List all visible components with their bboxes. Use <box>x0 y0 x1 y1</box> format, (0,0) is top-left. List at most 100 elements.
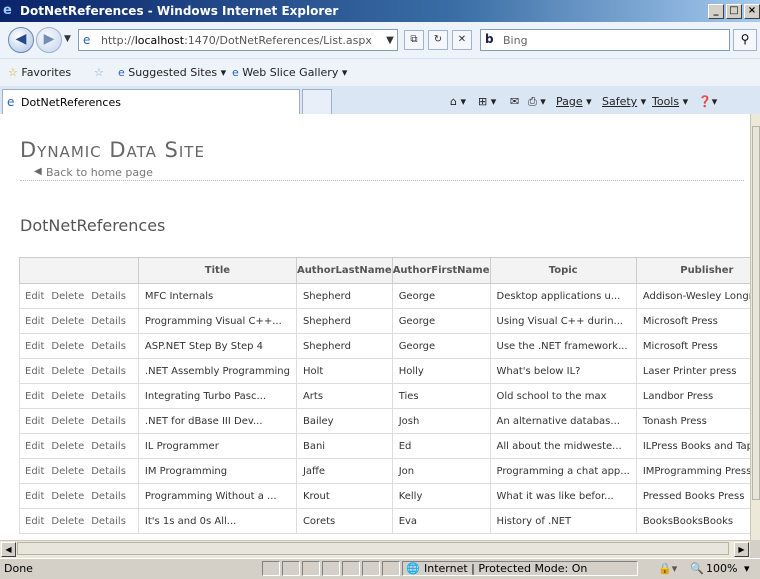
add-to-favorites-bar-icon[interactable]: ☆ <box>94 66 104 79</box>
details-link[interactable]: Details <box>91 441 126 452</box>
vertical-scroll-thumb[interactable] <box>752 126 760 500</box>
details-link[interactable]: Details <box>91 316 126 327</box>
window-title-bar[interactable]: e DotNetReferences - Windows Internet Ex… <box>0 0 760 22</box>
vertical-scrollbar[interactable] <box>750 114 760 540</box>
search-input[interactable]: Bing <box>503 34 528 47</box>
stop-button[interactable]: ✕ <box>452 30 472 50</box>
address-url[interactable]: http://localhost:1470/DotNetReferences/L… <box>101 34 372 47</box>
mail-icon[interactable]: ✉ <box>510 95 519 108</box>
security-zone-text[interactable]: Internet | Protected Mode: On <box>424 562 587 575</box>
actions-header <box>19 257 139 284</box>
column-header-authorfirstname[interactable]: AuthorFirstName <box>391 257 491 284</box>
favorites-button[interactable]: ☆ Favorites <box>8 66 71 79</box>
address-dropdown-icon[interactable]: ▼ <box>384 32 396 46</box>
cell-authorfirstname: Holly <box>391 358 491 384</box>
status-panel <box>342 561 360 576</box>
status-panel <box>322 561 340 576</box>
close-button[interactable]: × <box>744 4 760 19</box>
tab-dotnetreferences[interactable]: e DotNetReferences <box>2 89 300 114</box>
cell-publisher: Microsoft Press <box>635 333 750 359</box>
scroll-right-icon[interactable]: ▶ <box>734 542 749 557</box>
cell-title: Programming Visual C++... <box>137 308 297 334</box>
new-tab-button[interactable] <box>302 89 332 115</box>
edit-link[interactable]: Edit <box>25 466 44 477</box>
zoom-dropdown-icon[interactable]: ▾ <box>744 562 750 575</box>
delete-link[interactable]: Delete <box>51 316 84 327</box>
delete-link[interactable]: Delete <box>51 366 84 377</box>
cell-title: Programming Without a ... <box>137 483 297 509</box>
home-icon[interactable]: ⌂ ▾ <box>450 95 466 108</box>
details-link[interactable]: Details <box>91 516 126 527</box>
cell-topic: Use the .NET framework... <box>489 333 637 359</box>
web-slice-gallery-link[interactable]: e Web Slice Gallery ▾ <box>232 66 347 79</box>
refresh-button[interactable]: ↻ <box>428 30 448 50</box>
details-link[interactable]: Details <box>91 491 126 502</box>
tab-bar: e DotNetReferences ⌂ ▾ ⊞ ▾ ✉ ⎙ ▾ Page ▾ … <box>0 86 760 115</box>
status-panel <box>362 561 380 576</box>
feeds-icon[interactable]: ⊞ ▾ <box>478 95 496 108</box>
forward-button[interactable]: ▶ <box>36 27 62 53</box>
cell-title: IL Programmer <box>137 433 297 459</box>
status-text: Done <box>4 562 33 575</box>
cell-title: IM Programming <box>137 458 297 484</box>
cell-topic: All about the midweste... <box>489 433 637 459</box>
details-link[interactable]: Details <box>91 391 126 402</box>
compatibility-view-button[interactable]: ⧉ <box>404 30 424 50</box>
cell-authorfirstname: Eva <box>391 508 491 534</box>
delete-link[interactable]: Delete <box>51 391 84 402</box>
column-header-title[interactable]: Title <box>137 257 297 284</box>
column-header-topic[interactable]: Topic <box>489 257 637 284</box>
column-header-publisher[interactable]: Publisher <box>635 257 750 284</box>
safety-menu[interactable]: Safety ▾ <box>602 95 646 108</box>
page-menu[interactable]: Page ▾ <box>556 95 592 108</box>
edit-link[interactable]: Edit <box>25 341 44 352</box>
cell-authorlastname: Shepherd <box>295 283 393 309</box>
edit-link[interactable]: Edit <box>25 366 44 377</box>
edit-link[interactable]: Edit <box>25 441 44 452</box>
recent-pages-dropdown-icon[interactable]: ▼ <box>64 34 71 44</box>
delete-link[interactable]: Delete <box>51 441 84 452</box>
protected-mode-icon[interactable]: 🔒▾ <box>658 562 677 575</box>
edit-link[interactable]: Edit <box>25 491 44 502</box>
back-button[interactable]: ◀ <box>8 27 34 53</box>
print-icon[interactable]: ⎙ ▾ <box>528 95 546 109</box>
edit-link[interactable]: Edit <box>25 416 44 427</box>
details-link[interactable]: Details <box>91 291 126 302</box>
minimize-button[interactable]: _ <box>708 4 724 19</box>
column-header-authorlastname[interactable]: AuthorLastName <box>295 257 393 284</box>
zoom-level[interactable]: 100% <box>706 562 737 575</box>
scroll-left-icon[interactable]: ◀ <box>1 542 16 557</box>
details-link[interactable]: Details <box>91 416 126 427</box>
address-bar[interactable]: e http://localhost:1470/DotNetReferences… <box>78 29 398 51</box>
help-icon[interactable]: ❓▾ <box>698 95 717 108</box>
delete-link[interactable]: Delete <box>51 466 84 477</box>
edit-link[interactable]: Edit <box>25 516 44 527</box>
delete-link[interactable]: Delete <box>51 516 84 527</box>
edit-link[interactable]: Edit <box>25 316 44 327</box>
search-icon[interactable]: ⚲ <box>733 29 757 51</box>
page-icon: e <box>7 95 15 109</box>
cell-authorlastname: Arts <box>295 383 393 409</box>
suggested-sites-link[interactable]: e Suggested Sites ▾ <box>118 66 226 79</box>
details-link[interactable]: Details <box>91 341 126 352</box>
edit-link[interactable]: Edit <box>25 291 44 302</box>
horizontal-scrollbar[interactable]: ◀ ▶ <box>0 540 750 558</box>
zoom-icon[interactable]: 🔍 <box>690 562 704 575</box>
delete-link[interactable]: Delete <box>51 491 84 502</box>
maximize-button[interactable]: □ <box>726 4 742 19</box>
cell-title: ASP.NET Step By Step 4 <box>137 333 297 359</box>
delete-link[interactable]: Delete <box>51 416 84 427</box>
back-to-home-link[interactable]: Back to home page <box>46 166 159 179</box>
tools-menu[interactable]: Tools ▾ <box>652 95 688 108</box>
delete-link[interactable]: Delete <box>51 341 84 352</box>
cell-authorlastname: Corets <box>295 508 393 534</box>
horizontal-scroll-thumb[interactable] <box>17 542 729 555</box>
search-box[interactable]: b Bing <box>480 29 730 51</box>
delete-link[interactable]: Delete <box>51 291 84 302</box>
details-link[interactable]: Details <box>91 366 126 377</box>
details-link[interactable]: Details <box>91 466 126 477</box>
cell-authorlastname: Jaffe <box>295 458 393 484</box>
cell-authorlastname: Krout <box>295 483 393 509</box>
star-icon: ☆ <box>8 66 18 79</box>
edit-link[interactable]: Edit <box>25 391 44 402</box>
